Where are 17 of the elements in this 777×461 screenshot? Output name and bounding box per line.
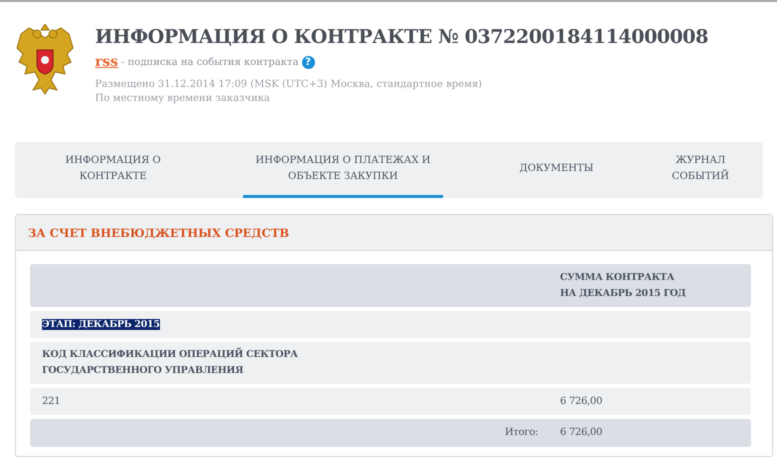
code-heading: КОД КЛАССИФИКАЦИИ ОПЕРАЦИЙ СЕКТОРА ГОСУДАРСТВЕННОГО УПРАВЛЕНИЯ [41, 347, 299, 378]
tab[interactable]: ИНФОРМАЦИЯ О ПЛАТЕЖАХ И ОБЪЕКТЕ ЗАКУПКИ [243, 142, 443, 198]
table-cell-text: 6 726,00 [560, 394, 604, 408]
tab[interactable]: ЖУРНАЛ СОБЫТИЙ [656, 142, 746, 198]
page-title: ИНФОРМАЦИЯ О КОНТРАКТЕ № 0372200184114000008 [95, 26, 708, 48]
help-icon[interactable]: ? [302, 56, 315, 68]
tab[interactable]: ИНФОРМАЦИЯ О КОНТРАКТЕ [53, 142, 173, 198]
column-header: СУММА КОНТРАКТА НА ДЕКАБРЬ 2015 ГОД [560, 270, 687, 300]
local-time-note: По местному времени заказчика [95, 93, 271, 104]
section-title: ЗА СЧЕТ ВНЕБЮДЖЕТНЫХ СРЕДСТВ [28, 226, 290, 240]
total-label: Итого: [504, 426, 539, 440]
stage-label: ЭТАП: ДЕКАБРЬ 2015 [42, 318, 160, 330]
posted-date: Размещено 31.12.2014 17:09 (MSK (UTC+3) Москва, стандартное время) [95, 79, 484, 90]
table-cell-text: 221 [41, 394, 62, 408]
tab[interactable]: ДОКУМЕНТЫ [509, 142, 604, 198]
rss-caption: - подписка на события контракта [121, 56, 299, 68]
total-amount: 6 726,00 [560, 426, 604, 440]
